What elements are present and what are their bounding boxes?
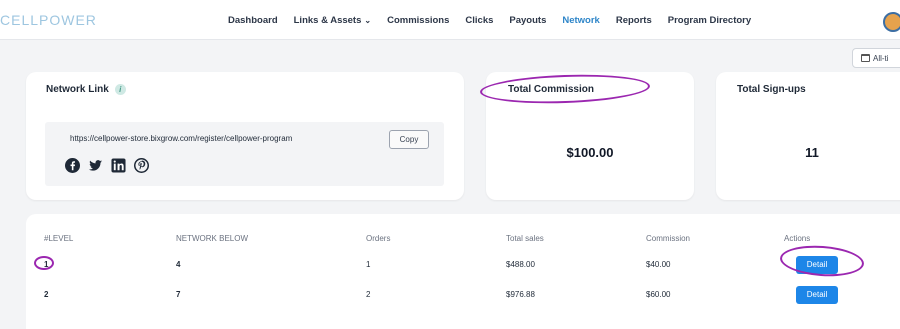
nav-item-program-directory[interactable]: Program Directory bbox=[668, 15, 751, 26]
nav-item-commissions[interactable]: Commissions bbox=[387, 15, 449, 26]
row-level: 1 bbox=[44, 260, 49, 269]
row-orders: 2 bbox=[366, 290, 371, 299]
detail-button[interactable]: Detail bbox=[796, 256, 838, 274]
top-navbar: CELLPOWER Dashboard Links & Assets ⌄ Comm… bbox=[0, 0, 900, 40]
main-nav: Dashboard Links & Assets ⌄ Commissions Cl… bbox=[228, 15, 751, 26]
twitter-icon[interactable] bbox=[88, 158, 103, 173]
network-link-title: Network Link i bbox=[46, 84, 126, 95]
total-commission-card: Total Commission $100.00 bbox=[486, 72, 694, 200]
row-network-below: 4 bbox=[176, 260, 181, 269]
chevron-down-icon: ⌄ bbox=[364, 16, 372, 25]
nav-item-clicks[interactable]: Clicks bbox=[465, 15, 493, 26]
row-commission: $40.00 bbox=[646, 260, 671, 269]
network-link-card: Network Link i https://cellpower-store.bi… bbox=[26, 72, 464, 200]
row-level: 2 bbox=[44, 290, 49, 299]
nav-item-payouts[interactable]: Payouts bbox=[509, 15, 546, 26]
nav-item-links-assets[interactable]: Links & Assets ⌄ bbox=[294, 15, 371, 26]
social-share-icons bbox=[65, 158, 149, 173]
copy-button[interactable]: Copy bbox=[389, 130, 429, 149]
row-network-below: 7 bbox=[176, 290, 181, 299]
table-header-commission: Commission bbox=[646, 234, 691, 243]
detail-button[interactable]: Detail bbox=[796, 286, 838, 304]
nav-item-dashboard[interactable]: Dashboard bbox=[228, 15, 278, 26]
network-link-box: https://cellpower-store.bixgrow.com/regi… bbox=[45, 122, 444, 186]
table-header-orders: Orders bbox=[366, 234, 391, 243]
info-icon[interactable]: i bbox=[114, 84, 126, 95]
total-signups-card: Total Sign-ups 11 bbox=[716, 72, 900, 200]
network-link-title-text: Network Link bbox=[46, 84, 109, 96]
row-total-sales: $976.88 bbox=[506, 290, 535, 299]
calendar-icon bbox=[861, 54, 870, 62]
date-range-filter[interactable]: All-ti bbox=[852, 48, 900, 68]
table-header-total-sales: Total sales bbox=[506, 234, 544, 243]
pinterest-icon[interactable] bbox=[134, 158, 149, 173]
total-commission-value: $100.00 bbox=[566, 145, 614, 160]
date-range-label: All-ti bbox=[873, 53, 889, 63]
nav-item-reports[interactable]: Reports bbox=[616, 15, 652, 26]
table-header-actions: Actions bbox=[784, 234, 811, 243]
network-link-url: https://cellpower-store.bixgrow.com/regi… bbox=[70, 134, 293, 143]
brand-logo[interactable]: CELLPOWER bbox=[0, 12, 97, 28]
nav-item-links-assets-label: Links & Assets bbox=[293, 15, 362, 26]
nav-item-network[interactable]: Network bbox=[562, 15, 599, 26]
linkedin-icon[interactable] bbox=[111, 158, 126, 173]
user-avatar[interactable] bbox=[883, 12, 900, 32]
facebook-icon[interactable] bbox=[65, 158, 80, 173]
total-signups-title: Total Sign-ups bbox=[737, 84, 806, 95]
total-commission-title: Total Commission bbox=[508, 84, 594, 95]
table-header-network-below: NETWORK BELOW bbox=[176, 234, 249, 243]
row-orders: 1 bbox=[366, 260, 371, 269]
row-total-sales: $488.00 bbox=[506, 260, 535, 269]
network-levels-table: #LEVEL NETWORK BELOW Orders Total sales … bbox=[26, 214, 900, 329]
total-signups-value: 11 bbox=[805, 145, 819, 160]
table-header-level: #LEVEL bbox=[44, 234, 74, 243]
row-commission: $60.00 bbox=[646, 290, 671, 299]
